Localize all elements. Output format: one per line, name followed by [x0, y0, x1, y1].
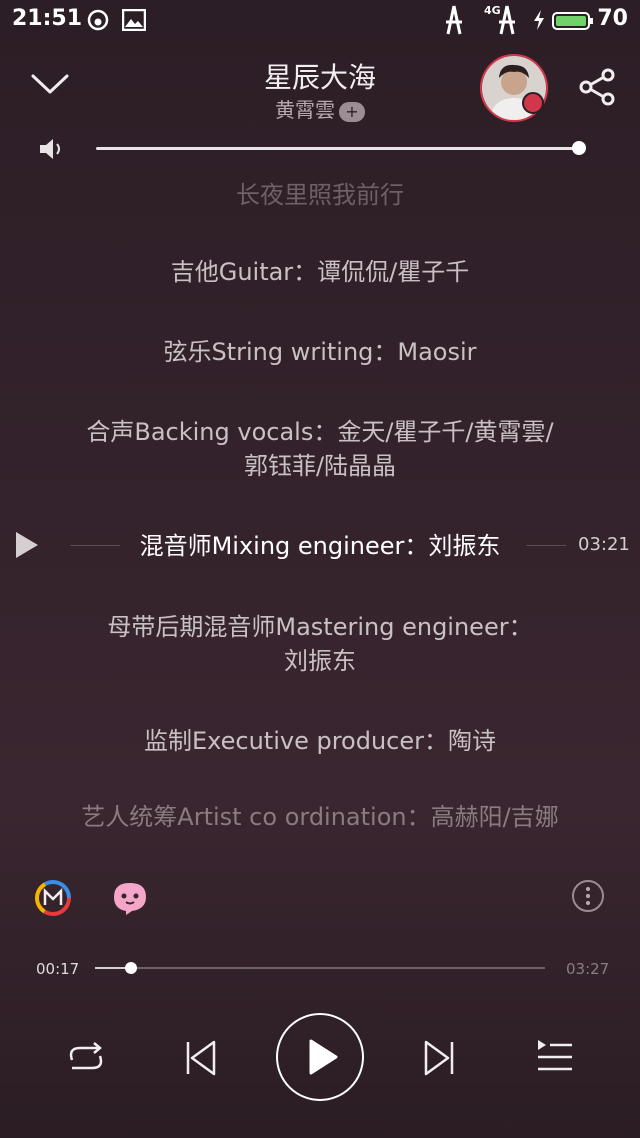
volume-slider-thumb[interactable]	[572, 141, 586, 155]
battery-icon	[552, 12, 593, 30]
lyric-line[interactable]: 合声Backing vocals：金天/瞿子千/黄霄雲/	[30, 415, 610, 449]
more-options-button[interactable]	[572, 880, 604, 912]
app-notification-icon	[87, 9, 109, 31]
lyric-line[interactable]: 刘振东	[30, 644, 610, 678]
total-time: 03:27	[566, 960, 610, 978]
current-line-time: 03:21	[578, 534, 630, 555]
follow-artist-button[interactable]: +	[339, 101, 365, 122]
lyric-line[interactable]: 郭钰菲/陆晶晶	[30, 449, 610, 483]
avatar-badge-icon	[522, 92, 544, 114]
playlist-icon[interactable]	[534, 1038, 574, 1076]
speaker-icon[interactable]	[38, 136, 68, 162]
current-lyric-line[interactable]: 混音师Mixing engineer：刘振东	[30, 529, 610, 563]
lyric-line[interactable]: 艺人统筹Artist co ordination：高赫阳/吉娜	[30, 800, 610, 834]
charging-icon	[534, 10, 544, 30]
signal-icon	[446, 5, 462, 35]
play-icon	[309, 1039, 338, 1075]
next-icon[interactable]	[422, 1038, 456, 1078]
status-time: 21:51	[12, 6, 83, 31]
progress-track[interactable]	[95, 967, 545, 969]
progress-thumb[interactable]	[125, 962, 137, 974]
image-notification-icon	[122, 9, 146, 31]
m-logo-icon[interactable]	[34, 879, 72, 917]
elapsed-time: 00:17	[36, 960, 80, 978]
status-bar: 21:51 4G 70	[0, 0, 640, 40]
share-icon[interactable]	[578, 67, 618, 107]
lyric-line[interactable]: 母带后期混音师Mastering engineer：	[30, 610, 610, 644]
battery-level: 70	[597, 6, 628, 31]
signal-strength-icon	[499, 5, 515, 35]
previous-icon[interactable]	[184, 1038, 218, 1078]
more-vertical-icon	[586, 887, 590, 905]
volume-slider-track[interactable]	[96, 147, 580, 150]
lyric-line[interactable]: 吉他Guitar：谭侃侃/瞿子千	[30, 255, 610, 289]
play-button[interactable]	[276, 1013, 364, 1101]
repeat-icon[interactable]	[64, 1040, 106, 1076]
artist-name[interactable]: 黄霄雲	[275, 98, 335, 122]
lyric-line[interactable]: 弦乐String writing：Maosir	[30, 335, 610, 369]
lyric-line[interactable]: 长夜里照我前行	[30, 178, 610, 212]
mascot-icon[interactable]	[110, 879, 150, 917]
current-line-divider	[526, 545, 566, 546]
lyric-line[interactable]: 监制Executive producer：陶诗	[30, 724, 610, 758]
